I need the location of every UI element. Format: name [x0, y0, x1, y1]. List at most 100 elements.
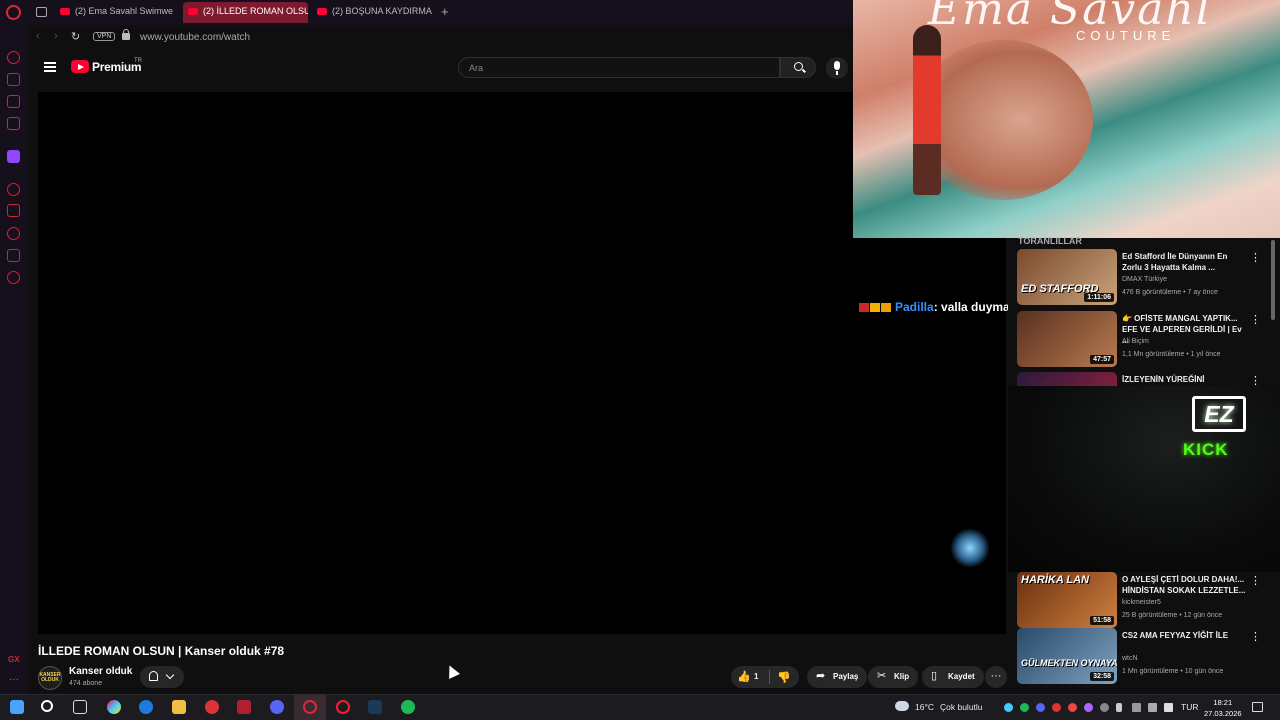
steam-icon[interactable]	[368, 700, 382, 714]
spotify-icon[interactable]	[401, 700, 415, 714]
thumbs-down-icon[interactable]: 👎	[777, 671, 791, 684]
rec-channel[interactable]: wtcN	[1122, 655, 1138, 662]
rec-thumbnail[interactable]: ED STAFFORD 1:11:06	[1017, 249, 1117, 305]
taskbar-clock[interactable]: 18:21 27.03.2026	[1204, 697, 1242, 719]
save-button[interactable]: ▯ Kaydet	[922, 666, 984, 688]
tray-grid-icon[interactable]	[1084, 703, 1093, 712]
menu-hamburger-icon[interactable]	[44, 62, 56, 72]
back-arrow-icon[interactable]: ‹	[36, 30, 40, 42]
chat-username: Padilla	[895, 300, 934, 314]
opera-icon[interactable]	[336, 700, 350, 714]
tray-app-icon[interactable]	[1052, 703, 1061, 712]
youtube-logo-icon[interactable]	[71, 60, 89, 73]
speed-dial-icon[interactable]	[7, 51, 20, 64]
extensions-icon[interactable]	[7, 249, 20, 262]
thumbs-up-icon[interactable]: 👍	[737, 670, 751, 683]
rec-meta: 476 B görüntüleme • 7 ay önce	[1122, 289, 1218, 296]
list-item[interactable]: ED STAFFORD 1:11:06 Ed Stafford İle Düny…	[1017, 249, 1277, 305]
rec-menu-icon[interactable]: ⋮	[1250, 630, 1261, 643]
forward-arrow-icon[interactable]: ›	[54, 30, 58, 42]
rec-channel[interactable]: kickmeister5	[1122, 599, 1161, 606]
mail-icon[interactable]	[7, 117, 20, 130]
vpn-badge[interactable]: VPN	[93, 32, 116, 41]
rec-channel[interactable]: Ali Biçim	[1122, 338, 1149, 345]
rec-menu-icon[interactable]: ⋮	[1250, 251, 1261, 264]
rec-title[interactable]: O AYLEŞİ ÇETİ DOLUR DAHA!... HİNDİSTAN S…	[1122, 574, 1247, 596]
clock-app-icon[interactable]	[205, 700, 219, 714]
rec-thumbnail[interactable]	[1017, 372, 1117, 386]
rec-thumbnail[interactable]: HARİKA LAN 51:58	[1017, 572, 1117, 628]
list-item[interactable]: İZLEYENİN YÜREĞİNİ ⋮	[1017, 372, 1277, 386]
tray-network-icon[interactable]	[1132, 703, 1141, 712]
stream-model-figure	[913, 25, 941, 195]
weather-cloud-icon[interactable]	[895, 701, 909, 711]
rec-title[interactable]: Ed Stafford İle Dünyanın En Zorlu 3 Haya…	[1122, 251, 1247, 273]
voice-search-mic-icon[interactable]	[826, 57, 848, 79]
notification-bell-button[interactable]	[140, 666, 184, 688]
tray-telegram-icon[interactable]	[1004, 703, 1013, 712]
bookmark-icon[interactable]	[7, 204, 20, 217]
weather-temperature[interactable]: 16°C	[915, 702, 934, 712]
country-code: TR	[134, 58, 142, 64]
sidebar-more-icon[interactable]: ···	[9, 674, 19, 685]
list-item[interactable]: 47:57 👉 OFİSTE MANGAL YAPTIK... EFE VE A…	[1017, 311, 1277, 367]
messenger-icon[interactable]	[7, 95, 20, 108]
rec-title[interactable]: İZLEYENİN YÜREĞİNİ	[1122, 374, 1247, 385]
notification-center-icon[interactable]	[1252, 702, 1263, 712]
tab-bosuna-kaydirma[interactable]: (2) BOŞUNA KAYDIRMA 8	[312, 2, 434, 23]
opera-gx-icon[interactable]	[303, 700, 317, 714]
more-actions-icon[interactable]: ···	[985, 666, 1007, 688]
windows-start-icon[interactable]	[10, 700, 24, 714]
tray-volume-icon[interactable]	[1164, 703, 1173, 712]
new-tab-plus-icon[interactable]: +	[441, 4, 449, 19]
clip-button[interactable]: ✂ Klip	[868, 666, 919, 688]
rec-menu-icon[interactable]: ⋮	[1250, 374, 1261, 386]
tray-shield-icon[interactable]	[1068, 703, 1077, 712]
tab-switcher-icon[interactable]	[36, 7, 47, 17]
rec-title[interactable]: CS2 AMA FEYYAZ YİĞİT İLE	[1122, 630, 1247, 641]
tray-spotify-icon[interactable]	[1020, 703, 1029, 712]
stream-overlay-video: Ema Savahl COUTURE	[853, 0, 1280, 238]
tab-illede-roman[interactable]: (2) İLLEDE ROMAN OLSUN	[183, 2, 308, 23]
channel-avatar[interactable]: KANSER OLDUK	[38, 666, 62, 690]
reload-icon[interactable]: ↻	[71, 30, 80, 43]
opera-logo-icon[interactable]	[6, 5, 21, 20]
search-button[interactable]	[780, 57, 816, 78]
rec-thumbnail[interactable]: GÜLMEKTEN OYNAYAMADIK 32:58	[1017, 628, 1117, 684]
url-field[interactable]: www.youtube.com/watch	[140, 32, 250, 43]
rec-channel[interactable]: DMAX Türkiye	[1122, 276, 1167, 283]
tray-vpn-icon[interactable]	[1100, 703, 1109, 712]
tray-discord-icon[interactable]	[1036, 703, 1045, 712]
weather-condition[interactable]: Çok bulutlu	[940, 702, 983, 712]
language-indicator[interactable]: TUR	[1181, 702, 1198, 712]
lock-icon[interactable]	[122, 29, 130, 40]
bag-icon[interactable]	[7, 73, 20, 86]
task-view-icon[interactable]	[73, 700, 87, 714]
settings-gear-icon[interactable]	[7, 271, 20, 284]
player-icon[interactable]	[7, 183, 20, 196]
scissors-icon: ✂	[877, 670, 887, 682]
address-bar: ‹ › ↻ VPN www.youtube.com/watch	[28, 25, 853, 50]
list-item[interactable]: GÜLMEKTEN OYNAYAMADIK 32:58 CS2 AMA FEYY…	[1017, 628, 1277, 684]
tray-microphone-icon[interactable]	[1116, 703, 1122, 712]
discord-icon[interactable]	[270, 700, 284, 714]
history-icon[interactable]	[7, 227, 20, 240]
channel-name[interactable]: Kanser olduk	[69, 666, 132, 677]
rec-menu-icon[interactable]: ⋮	[1250, 574, 1261, 587]
tray-monitor-icon[interactable]	[1148, 703, 1157, 712]
twitch-icon[interactable]	[7, 150, 20, 163]
search-icon	[794, 62, 803, 71]
edge-icon[interactable]	[139, 700, 153, 714]
taskbar-search-icon[interactable]	[41, 700, 53, 712]
radio-app-icon[interactable]	[237, 700, 251, 714]
tab-ema-savahl[interactable]: (2) Ema Savahl Swimwear	[55, 2, 173, 23]
copilot-icon[interactable]	[107, 700, 121, 714]
share-button[interactable]: ➦ Paylaş	[807, 666, 868, 688]
file-explorer-icon[interactable]	[172, 700, 186, 714]
rec-thumbnail[interactable]: 47:57	[1017, 311, 1117, 367]
rec-menu-icon[interactable]: ⋮	[1250, 313, 1261, 326]
recommendations-scrollbar[interactable]	[1271, 240, 1275, 320]
list-item[interactable]: HARİKA LAN 51:58 O AYLEŞİ ÇETİ DOLUR DAH…	[1017, 572, 1277, 628]
search-input[interactable]: Ara	[458, 57, 780, 78]
youtube-favicon-icon	[317, 8, 327, 15]
